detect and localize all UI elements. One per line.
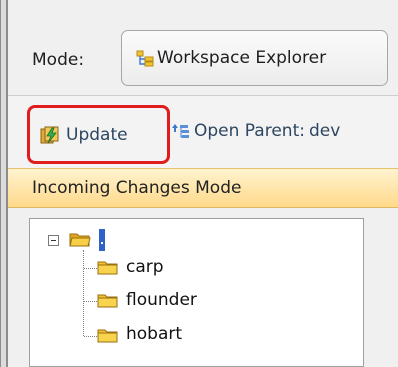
mode-dropdown-button[interactable]: Workspace Explorer [121,30,388,86]
incoming-changes-label: Incoming Changes Mode [32,178,242,198]
open-parent-label: Open Parent: [194,121,305,141]
update-label: Update [66,124,128,145]
mode-label: Mode: [32,50,85,70]
tree-connector [84,301,97,302]
tree-item-carp[interactable]: carp [126,257,164,277]
tree-root-label: . [101,242,103,244]
tree-connector [83,250,84,336]
tree-connector [84,336,97,337]
update-icon [40,126,59,143]
folder-icon [97,261,118,275]
open-parent-value: dev [308,121,341,141]
incoming-changes-header: Incoming Changes Mode [8,168,398,208]
collapse-toggle[interactable] [48,235,59,246]
tree-root-node[interactable] [99,229,105,251]
workspace-explorer-icon [136,50,154,67]
mode-dropdown-label: Workspace Explorer [157,48,327,68]
open-parent-button[interactable]: Open Parent: dev [172,121,340,141]
tree-item-flounder[interactable]: flounder [126,290,197,310]
update-button[interactable]: Update [27,105,170,164]
tree-item-hobart[interactable]: hobart [126,324,182,344]
tree-connector [84,268,97,269]
folder-icon [97,294,118,308]
open-folder-icon [69,233,91,247]
open-parent-icon [172,124,189,138]
folder-icon [97,329,118,343]
